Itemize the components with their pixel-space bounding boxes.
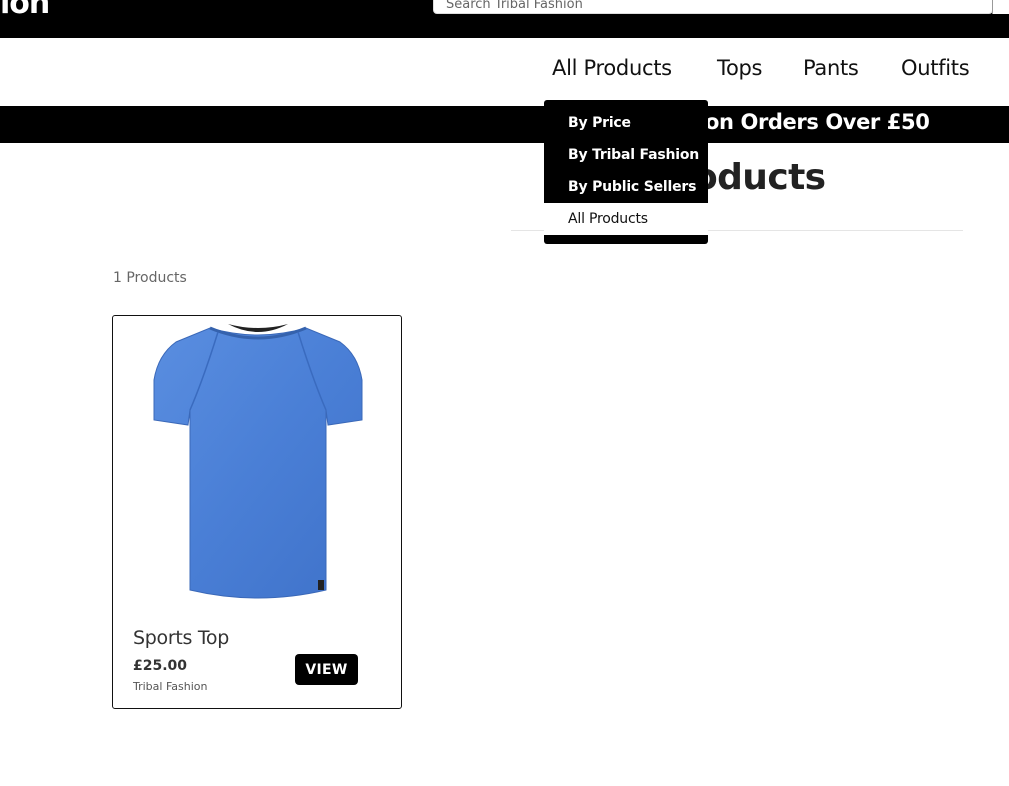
top-header-bar: ion bbox=[0, 0, 1009, 38]
promo-text: on Orders Over £50 bbox=[705, 110, 930, 134]
product-price: £25.00 bbox=[133, 658, 188, 674]
product-name[interactable]: Sports Top bbox=[133, 627, 229, 649]
nav-item-outfits[interactable]: Outfits bbox=[901, 56, 970, 80]
product-count: 1 Products bbox=[113, 270, 187, 286]
blue-tshirt-image[interactable] bbox=[148, 320, 368, 610]
search-button[interactable] bbox=[992, 0, 1009, 14]
nav-item-all-products[interactable]: All Products bbox=[552, 56, 672, 80]
nav-item-pants[interactable]: Pants bbox=[803, 56, 859, 80]
product-seller: Tribal Fashion bbox=[133, 680, 208, 693]
search-input[interactable] bbox=[434, 0, 992, 13]
main-nav: All Products Tops Pants Outfits bbox=[0, 56, 1009, 90]
page-title: oducts bbox=[693, 157, 826, 198]
dropdown-item-all-products[interactable]: All Products bbox=[544, 203, 708, 235]
promo-banner: on Orders Over £50 bbox=[0, 106, 1009, 143]
all-products-dropdown: By Price By Tribal Fashion By Public Sel… bbox=[544, 100, 708, 244]
dropdown-item-by-tribal-fashion[interactable]: By Tribal Fashion bbox=[568, 147, 699, 163]
nav-item-tops[interactable]: Tops bbox=[717, 56, 762, 80]
site-logo[interactable]: ion bbox=[0, 0, 50, 21]
dropdown-item-by-public-sellers[interactable]: By Public Sellers bbox=[568, 179, 696, 195]
product-card[interactable]: Sports Top £25.00 Tribal Fashion VIEW bbox=[112, 315, 402, 709]
search-box[interactable] bbox=[433, 0, 993, 14]
dropdown-item-by-price[interactable]: By Price bbox=[568, 115, 631, 131]
view-product-button[interactable]: VIEW bbox=[295, 654, 358, 685]
